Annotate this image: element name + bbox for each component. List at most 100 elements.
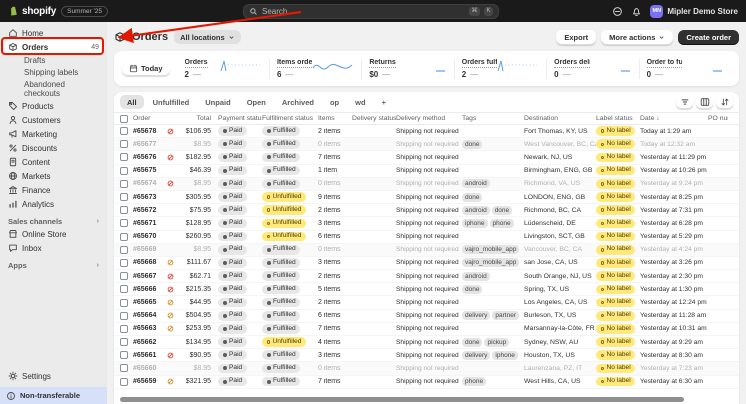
order-number[interactable]: #65664 bbox=[133, 312, 167, 319]
row-select-cell[interactable] bbox=[120, 312, 133, 320]
row-select-cell[interactable] bbox=[120, 285, 133, 293]
column-header-destination[interactable]: Destination bbox=[524, 115, 596, 122]
row-select-cell[interactable] bbox=[120, 193, 133, 201]
metric-order-to-fulfillment-time[interactable]: Order to fulfillment time0— bbox=[639, 59, 731, 79]
sidebar-subitem-abandoned-checkouts[interactable]: Abandoned checkouts bbox=[4, 78, 103, 99]
order-number[interactable]: #65660 bbox=[133, 365, 167, 372]
tab-op[interactable]: op bbox=[323, 95, 346, 109]
table-row[interactable]: #65661$90.95PaidFulfilled3 itemsShipping… bbox=[114, 349, 739, 362]
order-number[interactable]: #65665 bbox=[133, 299, 167, 306]
metric-orders-delivered[interactable]: Orders delivered0— bbox=[546, 59, 638, 79]
row-checkbox[interactable] bbox=[120, 325, 128, 333]
table-row[interactable]: #65664$504.95PaidFulfilled6 itemsShippin… bbox=[114, 310, 739, 323]
table-row[interactable]: #65671$128.95PaidUnfulfilled3 itemsShipp… bbox=[114, 217, 739, 230]
sidebar-subitem-shipping-labels[interactable]: Shipping labels bbox=[4, 66, 103, 78]
row-checkbox[interactable] bbox=[120, 378, 128, 386]
metric-orders[interactable]: Orders2— bbox=[178, 59, 269, 79]
row-select-cell[interactable] bbox=[120, 180, 133, 188]
row-checkbox[interactable] bbox=[120, 272, 128, 280]
sidebar-item-home[interactable]: Home bbox=[4, 26, 103, 40]
export-button[interactable]: Export bbox=[556, 30, 596, 45]
column-header-delivery-method[interactable]: Delivery method bbox=[396, 115, 462, 122]
table-row[interactable]: #65666$215.35PaidFulfilled5 itemsShippin… bbox=[114, 283, 739, 296]
create-order-button[interactable]: Create order bbox=[678, 30, 739, 45]
row-select-cell[interactable] bbox=[120, 246, 133, 254]
row-select-cell[interactable] bbox=[120, 127, 133, 135]
horizontal-scrollbar[interactable] bbox=[120, 397, 733, 402]
table-row[interactable]: #65670$260.95PaidUnfulfilled6 itemsShipp… bbox=[114, 231, 739, 244]
notifications-bell-icon[interactable] bbox=[631, 6, 642, 17]
sidebar-item-inbox[interactable]: Inbox bbox=[4, 241, 103, 255]
sidebar-subitem-drafts[interactable]: Drafts bbox=[4, 54, 103, 66]
account-menu[interactable]: MN Mipler Demo Store bbox=[650, 5, 738, 18]
column-header-delivery-status[interactable]: Delivery status bbox=[352, 115, 396, 122]
alerts-icon[interactable] bbox=[612, 6, 623, 17]
table-row[interactable]: #65673$305.95PaidUnfulfilled9 itemsShipp… bbox=[114, 191, 739, 204]
metric-items-ordered[interactable]: Items ordered6— bbox=[269, 59, 361, 79]
row-checkbox[interactable] bbox=[120, 312, 128, 320]
sidebar-item-finance[interactable]: Finance bbox=[4, 183, 103, 197]
table-row[interactable]: #65668$111.67PaidFulfilled3 itemsShippin… bbox=[114, 257, 739, 270]
order-number[interactable]: #65675 bbox=[133, 167, 167, 174]
row-checkbox[interactable] bbox=[120, 338, 128, 346]
select-all-checkbox[interactable] bbox=[120, 115, 128, 123]
sidebar-section-apps[interactable]: Apps› bbox=[8, 261, 99, 270]
sidebar-item-discounts[interactable]: Discounts bbox=[4, 141, 103, 155]
tab-unpaid[interactable]: Unpaid bbox=[198, 95, 237, 109]
sidebar-section-sales-channels[interactable]: Sales channels› bbox=[8, 217, 99, 226]
row-select-cell[interactable] bbox=[120, 299, 133, 307]
order-number[interactable]: #65672 bbox=[133, 207, 167, 214]
metric-orders-fulfilled[interactable]: Orders fulfilled2— bbox=[454, 59, 546, 79]
row-checkbox[interactable] bbox=[120, 299, 128, 307]
row-checkbox[interactable] bbox=[120, 153, 128, 161]
date-range-button[interactable]: Today bbox=[122, 61, 170, 76]
order-number[interactable]: #65671 bbox=[133, 220, 167, 227]
table-row[interactable]: #65662$134.95PaidUnfulfilled4 itemsShipp… bbox=[114, 336, 739, 349]
order-number[interactable]: #65659 bbox=[133, 378, 167, 385]
table-row[interactable]: #65663$253.95PaidFulfilled7 itemsShippin… bbox=[114, 323, 739, 336]
row-checkbox[interactable] bbox=[120, 285, 128, 293]
sort-button[interactable] bbox=[716, 95, 733, 109]
row-select-cell[interactable] bbox=[120, 364, 133, 372]
column-header-order[interactable]: Order bbox=[133, 115, 167, 122]
column-header-items[interactable]: Items bbox=[318, 115, 352, 122]
row-checkbox[interactable] bbox=[120, 140, 128, 148]
tab-wd[interactable]: wd bbox=[348, 95, 372, 109]
row-checkbox[interactable] bbox=[120, 351, 128, 359]
columns-button[interactable] bbox=[696, 95, 713, 109]
select-all-cell[interactable] bbox=[120, 115, 133, 123]
row-select-cell[interactable] bbox=[120, 219, 133, 227]
row-select-cell[interactable] bbox=[120, 233, 133, 241]
row-select-cell[interactable] bbox=[120, 140, 133, 148]
tab-open[interactable]: Open bbox=[240, 95, 273, 109]
global-search[interactable]: ⌘ K bbox=[243, 4, 499, 19]
scrollbar-thumb[interactable] bbox=[120, 397, 684, 402]
tab-unfulfilled[interactable]: Unfulfilled bbox=[146, 95, 197, 109]
sidebar-item-settings[interactable]: Settings bbox=[4, 369, 103, 383]
order-number[interactable]: #65667 bbox=[133, 273, 167, 280]
column-header-fulfillment-status[interactable]: Fulfillment status bbox=[262, 115, 318, 122]
row-select-cell[interactable] bbox=[120, 272, 133, 280]
order-number[interactable]: #65669 bbox=[133, 246, 167, 253]
row-checkbox[interactable] bbox=[120, 219, 128, 227]
sidebar-item-online-store[interactable]: Online Store bbox=[4, 227, 103, 241]
order-number[interactable]: #65661 bbox=[133, 352, 167, 359]
row-select-cell[interactable] bbox=[120, 378, 133, 386]
table-row[interactable]: #65678$106.95PaidFulfilled2 itemsShippin… bbox=[114, 125, 739, 138]
metric-returns[interactable]: Returns$0— bbox=[361, 59, 453, 79]
shopify-logo[interactable]: shopify bbox=[8, 5, 56, 17]
column-header-date[interactable]: Date ↓ bbox=[640, 115, 708, 122]
order-number[interactable]: #65668 bbox=[133, 259, 167, 266]
plan-banner[interactable]: Non-transferable bbox=[0, 387, 107, 404]
column-header-po-number[interactable]: PO number bbox=[708, 115, 728, 122]
row-select-cell[interactable] bbox=[120, 338, 133, 346]
order-number[interactable]: #65670 bbox=[133, 233, 167, 240]
order-number[interactable]: #65678 bbox=[133, 128, 167, 135]
row-select-cell[interactable] bbox=[120, 153, 133, 161]
sidebar-item-products[interactable]: Products bbox=[4, 99, 103, 113]
row-checkbox[interactable] bbox=[120, 259, 128, 267]
table-row[interactable]: #65674$8.95PaidFulfilled0 itemsShipping … bbox=[114, 178, 739, 191]
table-row[interactable]: #65675$46.39PaidFulfilled1 itemShipping … bbox=[114, 165, 739, 178]
order-number[interactable]: #65674 bbox=[133, 180, 167, 187]
row-checkbox[interactable] bbox=[120, 127, 128, 135]
